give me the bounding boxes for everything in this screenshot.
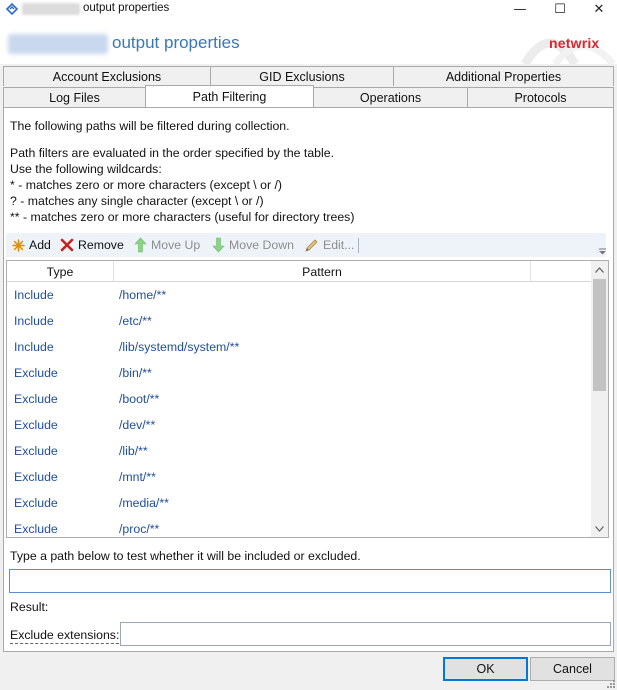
add-button[interactable]: Add — [12, 237, 51, 253]
pattern-cell: /media/** — [119, 496, 169, 510]
redacted-header-text — [8, 34, 108, 54]
pencil-icon — [305, 238, 318, 252]
table-row[interactable]: Exclude /media/** — [7, 491, 593, 517]
app-icon — [6, 3, 18, 15]
table-row[interactable]: Exclude /lib/** — [7, 439, 593, 465]
pattern-cell: /boot/** — [119, 392, 160, 406]
remove-label: Remove — [78, 238, 124, 252]
close-button[interactable]: ✕ — [579, 0, 617, 18]
table-header: Type Pattern — [7, 261, 593, 282]
move-down-button[interactable]: Move Down — [212, 237, 294, 253]
toolbar-separator — [358, 238, 359, 253]
pattern-cell: /bin/** — [119, 366, 152, 380]
type-cell: Exclude — [14, 496, 58, 510]
edit-button[interactable]: Edit... — [304, 237, 354, 253]
header-title: output properties — [112, 33, 240, 52]
pattern-cell: /lib/systemd/system/** — [119, 340, 240, 354]
exclude-extensions-label: Exclude extensions: — [10, 628, 120, 644]
remove-icon — [60, 238, 74, 252]
tab-protocols[interactable]: Protocols — [467, 87, 614, 107]
type-cell: Exclude — [14, 470, 58, 484]
cancel-button[interactable]: Cancel — [530, 657, 615, 681]
tab-log-files[interactable]: Log Files — [3, 87, 146, 107]
info-line: Path filters are evaluated in the order … — [10, 146, 335, 160]
test-path-prompt: Type a path below to test whether it wil… — [10, 549, 361, 563]
table-row[interactable]: Exclude /mnt/** — [7, 465, 593, 491]
window-title: output properties — [83, 2, 170, 14]
table-row[interactable]: Exclude /boot/** — [7, 387, 593, 413]
type-cell: Exclude — [14, 444, 58, 458]
test-path-input[interactable] — [9, 569, 611, 593]
tab-path-filtering[interactable]: Path Filtering — [145, 85, 314, 107]
tab-account-exclusions[interactable]: Account Exclusions — [3, 66, 211, 86]
type-cell: Include — [14, 314, 54, 328]
type-cell: Include — [14, 340, 54, 354]
minimize-button[interactable]: — — [500, 0, 540, 18]
table-row[interactable]: Include /etc/** — [7, 309, 593, 335]
pattern-cell: /home/** — [119, 288, 167, 302]
result-label: Result: — [10, 600, 49, 614]
info-line: Use the following wildcards: — [10, 162, 162, 176]
chevron-up-icon — [595, 266, 604, 273]
scroll-down-button[interactable] — [591, 520, 608, 537]
pattern-cell: /proc/** — [119, 522, 160, 536]
overflow-icon[interactable] — [599, 248, 606, 255]
title-bar: output properties — ☐ ✕ — [0, 0, 617, 18]
move-up-button[interactable]: Move Up — [134, 237, 200, 253]
move-down-label: Move Down — [229, 238, 294, 252]
type-cell: Exclude — [14, 418, 58, 432]
path-toolbar: Add Remove Move Up Move Down Edit... — [6, 233, 606, 257]
scroll-thumb[interactable] — [593, 279, 606, 391]
column-header-type[interactable]: Type — [7, 261, 114, 282]
add-icon — [12, 238, 25, 252]
table-row[interactable]: Exclude /proc/** — [7, 517, 593, 537]
resize-grip-icon[interactable] — [605, 678, 615, 688]
pattern-cell: /mnt/** — [119, 470, 156, 484]
pattern-cell: /dev/** — [119, 418, 156, 432]
scroll-up-button[interactable] — [591, 261, 608, 278]
type-cell: Exclude — [14, 392, 58, 406]
path-filtering-panel: The following paths will be filtered dur… — [3, 107, 614, 652]
chevron-down-icon — [595, 525, 604, 532]
type-cell: Include — [14, 288, 54, 302]
move-up-label: Move Up — [151, 238, 201, 252]
maximize-button[interactable]: ☐ — [540, 0, 580, 18]
ok-button[interactable]: OK — [443, 657, 528, 681]
type-cell: Exclude — [14, 366, 58, 380]
table-row[interactable]: Exclude /bin/** — [7, 361, 593, 387]
table-row[interactable]: Exclude /dev/** — [7, 413, 593, 439]
pattern-cell: /lib/** — [119, 444, 148, 458]
table-row[interactable]: Include /home/** — [7, 283, 593, 309]
table-row[interactable]: Include /lib/systemd/system/** — [7, 335, 593, 361]
tab-operations[interactable]: Operations — [313, 87, 468, 107]
edit-label: Edit... — [323, 238, 355, 252]
exclude-extensions-input[interactable] — [120, 622, 611, 646]
info-line: * - matches zero or more characters (exc… — [10, 178, 282, 192]
arrow-up-icon — [134, 237, 147, 253]
intro-text: The following paths will be filtered dur… — [10, 119, 290, 133]
tab-additional-properties[interactable]: Additional Properties — [393, 66, 614, 86]
dialog-header: output properties netwrix — [0, 18, 617, 64]
tab-gid-exclusions[interactable]: GID Exclusions — [210, 66, 394, 86]
remove-button[interactable]: Remove — [60, 237, 124, 253]
type-cell: Exclude — [14, 522, 58, 536]
pattern-cell: /etc/** — [119, 314, 152, 328]
column-header-pattern[interactable]: Pattern — [114, 261, 531, 282]
path-filter-table: Type Pattern Include /home/** Include /e… — [6, 260, 609, 538]
info-line: ? - matches any single character (except… — [10, 194, 264, 208]
info-line: ** - matches zero or more characters (us… — [10, 210, 355, 224]
arrow-down-icon — [212, 237, 225, 253]
netwrix-logo: netwrix — [549, 35, 600, 51]
add-label: Add — [29, 238, 51, 252]
redacted-title-text — [22, 3, 80, 15]
vertical-scrollbar[interactable] — [591, 261, 608, 537]
